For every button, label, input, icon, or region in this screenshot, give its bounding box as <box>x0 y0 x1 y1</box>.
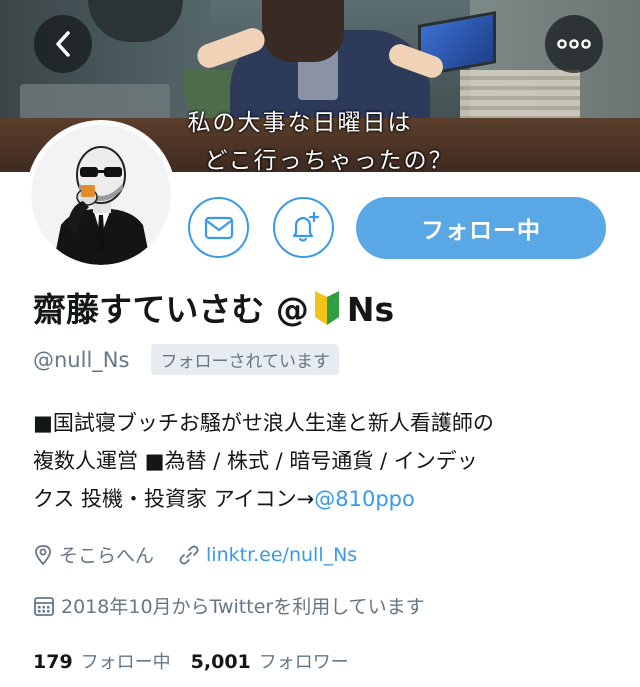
location: そこらへん <box>33 541 154 568</box>
bio-mention-link[interactable]: @810ppo <box>314 487 415 511</box>
back-button[interactable] <box>34 15 92 73</box>
avatar[interactable] <box>26 120 176 270</box>
chevron-left-icon <box>56 31 70 57</box>
website-link[interactable]: linktr.ee/null_Ns <box>206 544 357 566</box>
bio-line: ■国試寝ブッチお騒がせ浪人生達と新人看護師の <box>33 411 494 435</box>
follow-stats: 179 フォロー中 5,001 フォロワー <box>33 648 349 674</box>
display-name: 齋藤すていさむ @ Ns <box>33 283 394 333</box>
notifications-button[interactable] <box>273 197 334 258</box>
join-date: 2018年10月からTwitterを利用しています <box>33 592 425 619</box>
beginner-mark-icon <box>313 291 341 333</box>
website: linktr.ee/null_Ns <box>178 544 357 566</box>
bio-line: クス 投機・投資家 アイコン→@810ppo <box>33 480 623 518</box>
followers-count: 5,001 <box>190 651 251 673</box>
link-icon <box>179 544 199 565</box>
join-date-text: 2018年10月からTwitterを利用しています <box>61 596 425 618</box>
profile-meta-row: そこらへん linktr.ee/null_Ns <box>33 541 357 568</box>
calendar-icon <box>34 596 54 616</box>
more-horizontal-icon <box>557 39 591 49</box>
direct-message-button[interactable] <box>188 197 249 258</box>
envelope-icon <box>204 216 233 239</box>
location-text: そこらへん <box>59 545 155 567</box>
bell-plus-icon <box>292 211 319 242</box>
follows-you-badge: フォローされています <box>151 344 339 375</box>
username-handle: @null_Ns <box>33 347 130 372</box>
more-options-button[interactable] <box>545 15 603 73</box>
profile-meta-row: 2018年10月からTwitterを利用しています <box>33 592 425 619</box>
display-name-text: 齋藤すていさむ @ <box>33 290 309 329</box>
handle-row: @null_Ns フォローされています <box>33 344 339 375</box>
following-count: 179 <box>33 651 73 673</box>
bio-line-text: クス 投機・投資家 アイコン→ <box>33 487 315 511</box>
following-label: フォロー中 <box>80 652 171 673</box>
followers-label: フォロワー <box>258 652 349 673</box>
avatar-image <box>31 125 171 265</box>
followers-stat[interactable]: 5,001 フォロワー <box>191 648 349 674</box>
following-stat[interactable]: 179 フォロー中 <box>33 648 171 674</box>
banner-person-hair <box>262 0 344 62</box>
display-name-suffix: Ns <box>346 290 395 329</box>
bio-line: 複数人運営 ■為替 / 株式 / 暗号通貨 / インデッ <box>33 449 478 473</box>
following-button[interactable]: フォロー中 <box>356 197 606 259</box>
profile-bio: ■国試寝ブッチお騒がせ浪人生達と新人看護師の 複数人運営 ■為替 / 株式 / … <box>33 404 623 518</box>
location-pin-icon <box>35 544 51 565</box>
